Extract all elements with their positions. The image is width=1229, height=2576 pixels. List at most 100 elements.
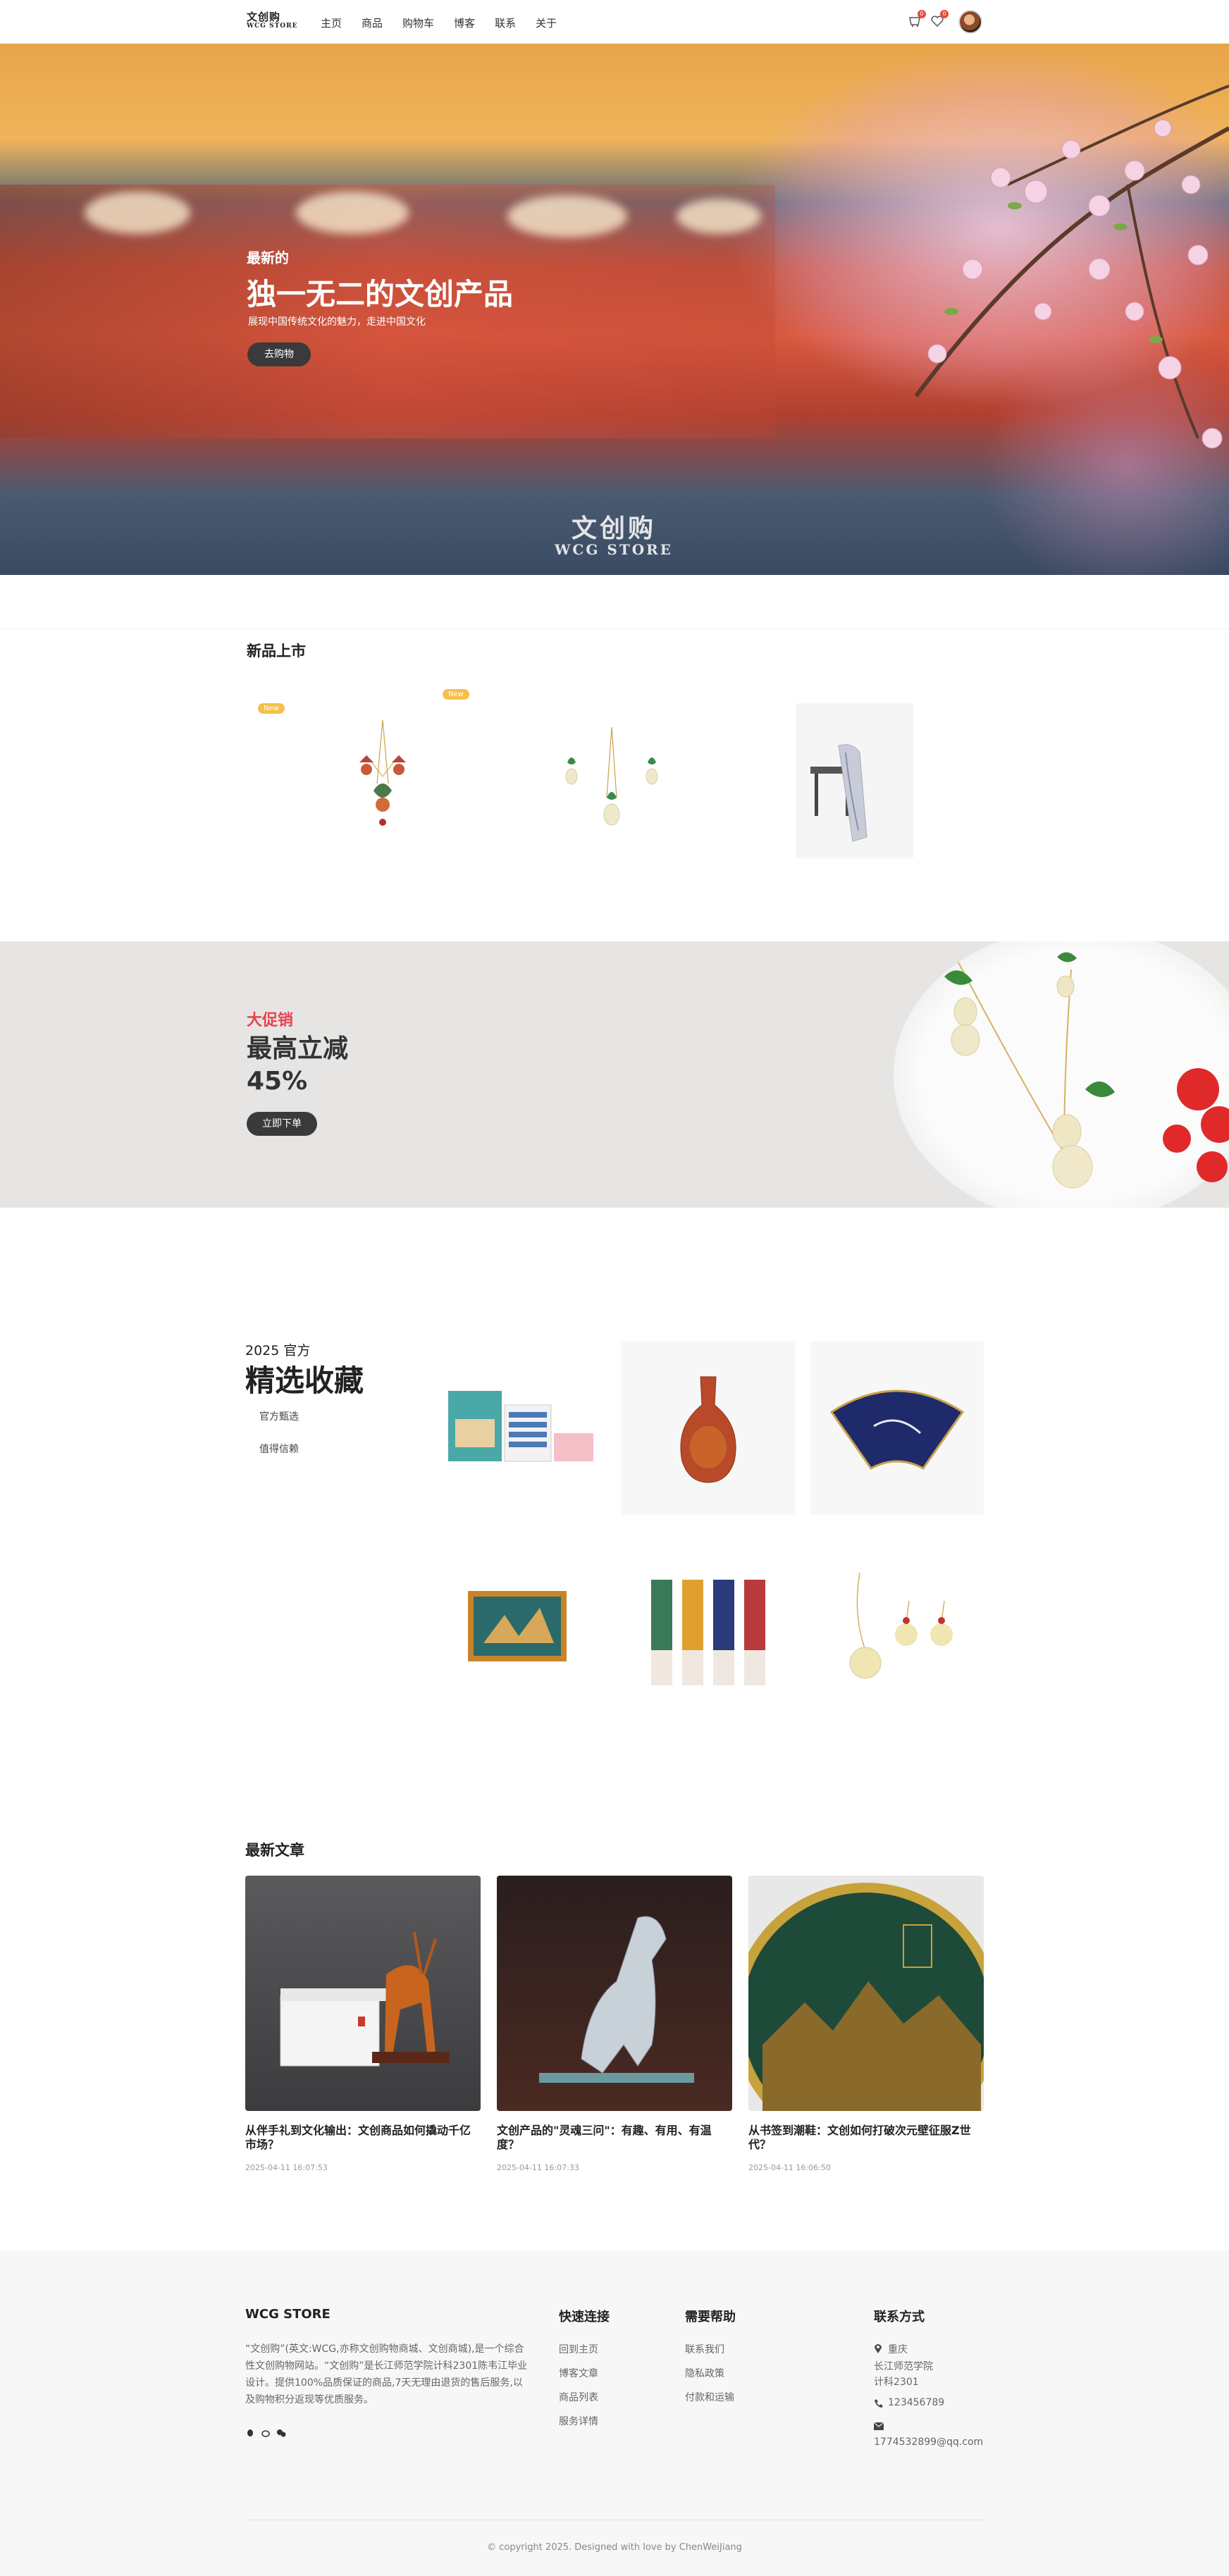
hero-banner: 最新的 独一无二的文创产品 展现中国传统文化的魅力，走进中国文化 去购物 文创购… — [0, 44, 1229, 575]
user-avatar[interactable] — [958, 10, 982, 34]
footer-about-text: “文创购”(英文:WCG,亦称文创购物商城、文创商城),是一个综合性文创购物网站… — [245, 2343, 528, 2405]
quick-links-title: 快速连接 — [559, 2310, 610, 2324]
article-image[interactable] — [497, 1876, 732, 2111]
wishlist-count-badge: 0 — [940, 10, 949, 18]
footer-social-icons — [245, 2428, 286, 2438]
footer-link-blog[interactable]: 博客文章 — [559, 2366, 598, 2380]
hero-subtitle: 最新的 — [247, 249, 289, 266]
promo-label: 大促销 — [247, 1012, 294, 1029]
wishlist-button[interactable]: 0 — [930, 10, 949, 28]
promo-line-2: 45% — [247, 1067, 308, 1096]
footer-link-home[interactable]: 回到主页 — [559, 2342, 598, 2356]
hero-description: 展现中国传统文化的魅力，走进中国文化 — [248, 316, 426, 328]
hero-light — [507, 195, 627, 237]
promo-line-1: 最高立减 — [247, 1034, 349, 1063]
footer-brand: WCG STORE — [245, 2307, 331, 2322]
contact-email[interactable]: 1774532899@qq.com — [874, 2436, 983, 2448]
article-image-tin-box — [748, 1883, 984, 2111]
product-card[interactable] — [553, 699, 670, 854]
blossom-branch-image — [914, 85, 1229, 449]
collection-year: 2025 官方 — [245, 1343, 311, 1358]
collection-item[interactable] — [810, 1544, 984, 1718]
nav-contact[interactable]: 联系 — [495, 16, 516, 30]
footer-link-contact[interactable]: 联系我们 — [685, 2342, 724, 2356]
product-card[interactable] — [324, 699, 441, 854]
cart-button[interactable]: 0 — [908, 10, 926, 28]
address-line-1: 重庆 — [888, 2344, 908, 2355]
collection-link-official[interactable]: 官方甄选 — [259, 1409, 299, 1423]
collection-item-image — [651, 1580, 765, 1685]
collection-item-image — [680, 1376, 736, 1483]
qq-icon[interactable] — [245, 2428, 255, 2438]
collection-item-image — [448, 1391, 593, 1462]
phone-icon — [875, 2399, 883, 2408]
collection-link-trusted[interactable]: 值得信赖 — [259, 1442, 299, 1456]
section-divider — [0, 628, 1229, 629]
footer-link-services[interactable]: 服务详情 — [559, 2414, 598, 2428]
email-icon — [874, 2422, 884, 2430]
collection-item[interactable] — [622, 1544, 795, 1718]
footer-link-products[interactable]: 商品列表 — [559, 2390, 598, 2404]
collection-item-image — [829, 1389, 965, 1470]
help-title: 需要帮助 — [685, 2310, 736, 2324]
logo-top-text: 文创购 — [247, 11, 281, 23]
cart-count-badge: 0 — [918, 10, 926, 18]
article-image-horse — [539, 1916, 694, 2083]
articles-title: 最新文章 — [245, 1842, 304, 1859]
collection-item-image — [468, 1591, 567, 1661]
hero-light — [85, 192, 190, 234]
collection-title: 精选收藏 — [245, 1363, 364, 1398]
site-header: 文创购 WCG STORE 主页 商品 购物车 博客 联系 关于 0 0 — [0, 0, 1229, 44]
hero-logo-bottom: WCG STORE — [554, 541, 674, 558]
collection-item[interactable] — [441, 1544, 614, 1718]
product-image — [359, 719, 406, 826]
article-image[interactable] — [245, 1876, 481, 2111]
location-icon — [875, 2344, 882, 2353]
contact-title: 联系方式 — [874, 2310, 925, 2324]
nav-about[interactable]: 关于 — [536, 16, 557, 30]
wechat-icon[interactable] — [276, 2428, 286, 2438]
hero-logo-watermark: 文创购 WCG STORE — [548, 516, 679, 558]
article-date: 2025-04-11 16:06:50 — [748, 2163, 831, 2172]
collection-item[interactable] — [441, 1342, 614, 1515]
new-tag: New — [258, 703, 285, 714]
article-title[interactable]: 文创产品的"灵魂三问"：有趣、有用、有温度？ — [497, 2124, 732, 2152]
order-now-button[interactable]: 立即下单 — [247, 1112, 317, 1136]
nav-home[interactable]: 主页 — [321, 16, 342, 30]
footer-link-privacy[interactable]: 隐私政策 — [685, 2366, 724, 2380]
article-title[interactable]: 从书签到潮鞋：文创如何打破次元壁征服Z世代？ — [748, 2124, 984, 2152]
address-line-3: 计科2301 — [874, 2377, 919, 2388]
contact-phone[interactable]: 123456789 — [888, 2397, 944, 2408]
address-line-2: 长江师范学院 — [874, 2361, 933, 2372]
hero-logo-top: 文创购 — [571, 514, 656, 543]
product-image — [810, 744, 867, 842]
shop-now-button[interactable]: 去购物 — [247, 342, 311, 366]
nav-cart[interactable]: 购物车 — [402, 16, 434, 30]
hero-light — [296, 192, 409, 234]
footer-link-shipping[interactable]: 付款和运输 — [685, 2390, 734, 2404]
article-image-deer — [280, 1931, 450, 2067]
weibo-icon[interactable] — [261, 2428, 271, 2438]
nav-blog[interactable]: 博客 — [454, 16, 475, 30]
new-products-title: 新品上市 — [247, 643, 306, 660]
new-tag: New — [443, 689, 469, 700]
product-card[interactable] — [796, 703, 913, 858]
promo-jade-jewelry-image — [944, 952, 1229, 1189]
article-date: 2025-04-11 16:07:33 — [497, 2163, 579, 2172]
collection-item-image — [849, 1572, 953, 1679]
main-nav: 主页 商品 购物车 博客 联系 关于 — [321, 16, 576, 30]
hero-title: 独一无二的文创产品 — [247, 277, 514, 311]
nav-products[interactable]: 商品 — [362, 16, 383, 30]
article-image[interactable] — [748, 1876, 984, 2111]
collection-item[interactable] — [622, 1342, 795, 1515]
site-logo[interactable]: 文创购 WCG STORE — [247, 11, 300, 32]
logo-bottom-text: WCG STORE — [247, 23, 298, 30]
article-title[interactable]: 从伴手礼到文化输出：文创商品如何撬动千亿市场？ — [245, 2124, 481, 2152]
article-date: 2025-04-11 16:07:53 — [245, 2163, 328, 2172]
collection-item[interactable] — [810, 1342, 984, 1515]
site-footer: WCG STORE “文创购”(英文:WCG,亦称文创购物商城、文创商城),是一… — [0, 2250, 1229, 2576]
product-image — [565, 726, 658, 826]
promo-headline: 最高立减 45% — [247, 1033, 348, 1098]
copyright-text: © copyright 2025. Designed with love by … — [487, 2542, 742, 2553]
promo-banner: 大促销 最高立减 45% 立即下单 — [0, 941, 1229, 1208]
